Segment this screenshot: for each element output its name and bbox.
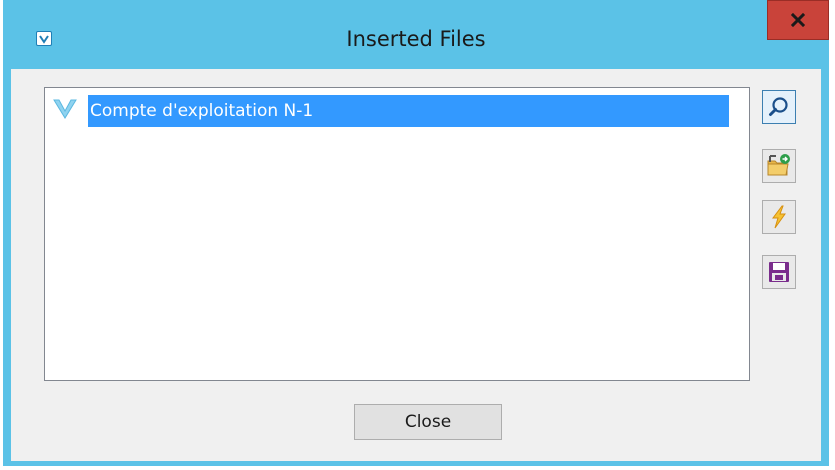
close-button[interactable]: Close [354, 404, 502, 440]
search-button[interactable] [762, 90, 796, 124]
window-title: Inserted Files [346, 27, 486, 51]
close-icon [791, 13, 805, 27]
lightning-icon [772, 205, 786, 229]
inserted-files-dialog: Inserted Files Compte d'exploitation N-1 [3, 0, 829, 466]
folder-import-icon [767, 154, 790, 176]
title-bar[interactable]: Inserted Files [3, 0, 829, 68]
list-item-label: Compte d'exploitation N-1 [88, 95, 729, 127]
files-list[interactable]: Compte d'exploitation N-1 [44, 87, 750, 381]
magnifier-icon [769, 97, 788, 116]
run-button[interactable] [762, 200, 796, 234]
dialog-body: Compte d'exploitation N-1 Close [11, 69, 821, 461]
import-button[interactable] [762, 149, 796, 183]
floppy-disk-icon [769, 262, 789, 282]
save-button[interactable] [762, 255, 796, 289]
window-close-button[interactable] [767, 0, 829, 40]
v-logo-icon [52, 98, 78, 120]
